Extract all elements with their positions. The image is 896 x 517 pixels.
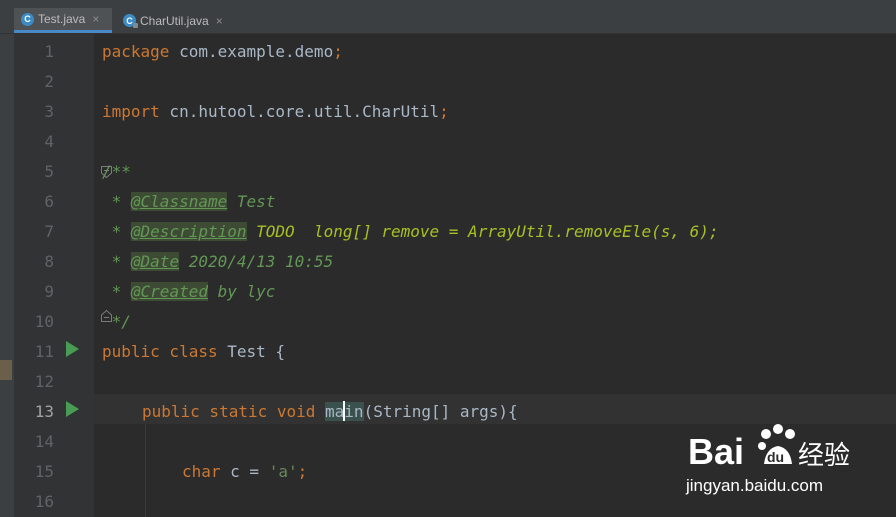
title-strip xyxy=(0,0,896,8)
doc-text: 2020/4/13 10:55 xyxy=(179,252,334,271)
semicolon: ; xyxy=(439,102,449,121)
line-number-current: 13 xyxy=(34,402,54,421)
import-path: cn.hutool.core.util.CharUtil xyxy=(159,102,440,121)
code-line-3: import cn.hutool.core.util.CharUtil; xyxy=(102,97,449,127)
semicolon: ; xyxy=(297,462,308,481)
line-number: 1 xyxy=(44,42,54,61)
indent-guide xyxy=(145,424,146,517)
baidu-logo: Bai du 经验 xyxy=(688,424,850,472)
line-number: 12 xyxy=(34,372,54,391)
code-line-7: * @Description TODO long[] remove = Arra… xyxy=(102,217,719,247)
tab-test-java[interactable]: C Test.java × xyxy=(14,8,112,33)
doc-star: * xyxy=(102,192,131,211)
code-line-15: char c = 'a'; xyxy=(182,457,307,487)
method-name-part: ma xyxy=(325,402,345,421)
java-class-icon: C xyxy=(21,12,34,26)
keyword: package xyxy=(102,42,170,61)
doc-text: Test xyxy=(227,192,276,211)
variable-assignment: c = xyxy=(220,462,269,481)
keyword: public class xyxy=(102,342,218,361)
line-number: 9 xyxy=(44,282,54,301)
code-line-1: package com.example.demo; xyxy=(102,37,343,67)
package-name: com.example.demo xyxy=(169,42,334,61)
line-number: 11 xyxy=(34,342,54,361)
code-line-5: /** xyxy=(102,162,131,181)
code-line-10: */ xyxy=(102,312,131,331)
method-name-part: in xyxy=(344,402,364,421)
char-literal: 'a' xyxy=(268,462,298,481)
line-number: 6 xyxy=(44,192,54,211)
svg-text:经验: 经验 xyxy=(798,441,850,471)
line-number: 16 xyxy=(34,492,54,511)
code-line-9: * @Created by lyc xyxy=(102,277,275,307)
todo-text: TODO long[] remove = ArrayUtil.removeEle… xyxy=(246,222,719,241)
line-gutter: 1 2 3 4 5 6 7 8 9 10 11 12 13 14 15 16 xyxy=(14,34,112,517)
editor-tab-bar: C Test.java × C CharUtil.java × xyxy=(0,8,896,34)
line-number: 14 xyxy=(34,432,54,451)
javadoc-tag[interactable]: @Created xyxy=(130,282,208,301)
line-number: 2 xyxy=(44,72,54,91)
line-number: 5 xyxy=(44,162,54,181)
run-triangle-icon[interactable] xyxy=(66,341,79,357)
semicolon: ; xyxy=(333,42,343,61)
tab-label: CharUtil.java xyxy=(140,13,209,28)
line-number: 4 xyxy=(44,132,54,151)
code-line-8: * @Date 2020/4/13 10:55 xyxy=(102,247,333,277)
code-line-13: public static void main(String[] args){ xyxy=(142,397,518,427)
run-triangle-icon[interactable] xyxy=(66,401,79,417)
java-class-icon: C xyxy=(123,14,138,28)
class-declaration: Test { xyxy=(217,342,286,361)
code-line-11: public class Test { xyxy=(102,337,285,367)
watermark-url: jingyan.baidu.com xyxy=(686,476,824,495)
method-name[interactable]: main xyxy=(325,401,364,421)
doc-star: * xyxy=(102,222,131,241)
close-icon[interactable]: × xyxy=(216,14,223,28)
tab-label: Test.java xyxy=(38,12,86,26)
close-icon[interactable]: × xyxy=(92,12,99,26)
line-number: 15 xyxy=(34,462,54,481)
line-number: 10 xyxy=(34,312,54,331)
line-number: 3 xyxy=(44,102,54,121)
baidu-jingyan-watermark: Bai du 经验 jingyan.baidu.com xyxy=(686,420,866,500)
javadoc-tag[interactable]: @Date xyxy=(130,252,180,271)
svg-text:Bai: Bai xyxy=(688,431,744,472)
tab-charutil-java[interactable]: C CharUtil.java × xyxy=(116,8,234,33)
doc-text: by lyc xyxy=(207,282,276,301)
svg-text:du: du xyxy=(767,449,784,465)
line-number: 7 xyxy=(44,222,54,241)
keyword: import xyxy=(102,102,160,121)
code-line-6: * @Classname Test xyxy=(102,187,275,217)
keyword: public static void xyxy=(142,402,316,421)
line-number: 8 xyxy=(44,252,54,271)
doc-star: * xyxy=(102,282,131,301)
structure-sidebar-strip xyxy=(0,34,14,517)
javadoc-tag[interactable]: @Description xyxy=(130,222,247,241)
sidebar-marker xyxy=(0,360,12,380)
keyword: char xyxy=(182,462,221,481)
javadoc-tag[interactable]: @Classname xyxy=(130,192,228,211)
method-params: (String[] args){ xyxy=(363,402,518,421)
doc-star: * xyxy=(102,252,131,271)
